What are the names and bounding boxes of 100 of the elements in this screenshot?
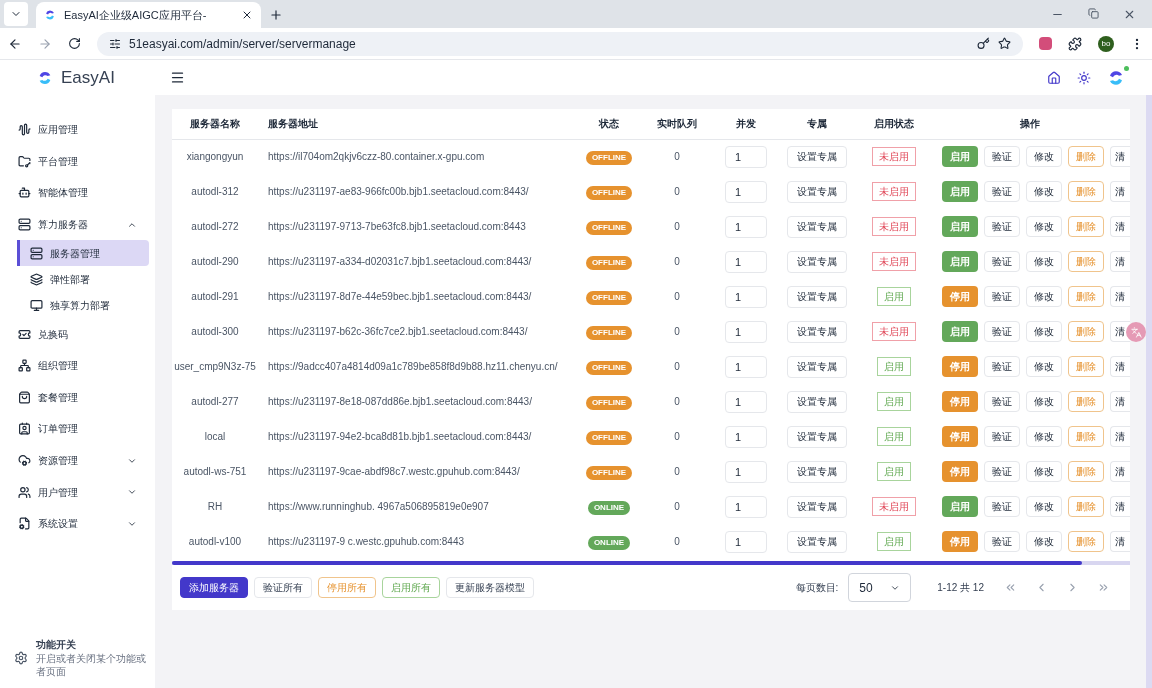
restore-icon[interactable] [1088,8,1099,19]
sidebar-subitem[interactable]: 服务器管理 [17,240,149,267]
set-exclusive-button[interactable]: 设置专属 [787,425,847,448]
vertical-scrollbar[interactable] [1146,95,1152,688]
concurrency-input[interactable]: 1 [725,145,767,168]
concurrency-input[interactable]: 1 [725,215,767,238]
verify-button[interactable]: 验证 [984,286,1020,307]
edit-button[interactable]: 修改 [1026,461,1062,482]
verify-button[interactable]: 验证 [984,426,1020,447]
edit-button[interactable]: 修改 [1026,251,1062,272]
sidebar-item[interactable]: 兑换码 [0,318,155,350]
settings-icon[interactable] [14,650,28,665]
clear-button[interactable]: 清 [1110,181,1130,202]
footer-button[interactable]: 更新服务器模型 [446,577,534,598]
verify-button[interactable]: 验证 [984,181,1020,202]
set-exclusive-button[interactable]: 设置专属 [787,215,847,238]
set-exclusive-button[interactable]: 设置专属 [787,145,847,168]
concurrency-input[interactable]: 1 [725,530,767,553]
clear-button[interactable]: 清 [1110,286,1130,307]
browser-tab[interactable]: EasyAI企业级AIGC应用平台- [36,2,261,28]
sidebar-item[interactable]: 套餐管理 [0,381,155,414]
profile-avatar[interactable]: bo [1098,35,1114,52]
concurrency-input[interactable]: 1 [725,390,767,413]
clear-button[interactable]: 清 [1110,391,1130,412]
concurrency-input[interactable]: 1 [725,250,767,273]
set-exclusive-button[interactable]: 设置专属 [787,530,847,553]
verify-button[interactable]: 验证 [984,146,1020,168]
set-exclusive-button[interactable]: 设置专属 [787,355,847,378]
edit-button[interactable]: 修改 [1026,321,1062,342]
clear-button[interactable]: 清 [1110,531,1130,552]
extensions-icon[interactable] [1068,36,1082,51]
status-badge: OFFLINE [585,325,633,340]
concurrency-input[interactable]: 1 [725,460,767,483]
concurrency-input[interactable]: 1 [725,425,767,448]
sidebar-item[interactable]: 平台管理 [0,145,155,178]
reload-icon[interactable] [68,37,81,50]
clear-button[interactable]: 清 [1110,251,1130,272]
sidebar-subitem[interactable]: 独享算力部署 [17,292,149,319]
sidebar-item[interactable]: 系统设置 [0,507,155,540]
set-exclusive-button[interactable]: 设置专属 [787,460,847,483]
sidebar-subitem[interactable]: 弹性部署 [17,266,149,293]
set-exclusive-button[interactable]: 设置专属 [787,250,847,273]
bookmark-star-icon[interactable] [998,37,1011,50]
address-bar[interactable]: 51easyai.com/admin/server/servermanage [97,31,1023,56]
edit-button[interactable]: 修改 [1026,356,1062,377]
edit-button[interactable]: 修改 [1026,496,1062,517]
verify-button[interactable]: 验证 [984,496,1020,517]
sidebar-item[interactable]: 算力服务器 [0,208,155,241]
extension-icon[interactable] [1039,37,1052,50]
concurrency-input[interactable]: 1 [725,355,767,378]
verify-button[interactable]: 验证 [984,531,1020,552]
clear-button[interactable]: 清 [1110,146,1130,168]
edit-button[interactable]: 修改 [1026,391,1062,412]
clear-button[interactable]: 清 [1110,356,1130,377]
page-size-select[interactable]: 50 [848,573,912,602]
verify-button[interactable]: 验证 [984,251,1020,272]
set-exclusive-button[interactable]: 设置专属 [787,390,847,413]
concurrency-input[interactable]: 1 [725,285,767,308]
server-url: https://u231197-9713-7be63fc8.bjb1.seetacloud.com:8443 [268,221,526,232]
verify-button[interactable]: 验证 [984,391,1020,412]
clear-button[interactable]: 清 [1110,216,1130,237]
footer-button[interactable]: 验证所有 [254,577,312,598]
verify-button[interactable]: 验证 [984,321,1020,342]
clear-button[interactable]: 清 [1110,461,1130,482]
sidebar-item[interactable]: 应用管理 [0,114,155,146]
key-icon[interactable] [977,37,990,50]
sidebar-item[interactable]: 资源管理 [0,444,155,477]
verify-button[interactable]: 验证 [984,216,1020,237]
new-tab-icon[interactable] [269,8,283,22]
clear-button[interactable]: 清 [1110,426,1130,447]
concurrency-input[interactable]: 1 [725,495,767,518]
set-exclusive-button[interactable]: 设置专属 [787,180,847,203]
verify-button[interactable]: 验证 [984,461,1020,482]
sidebar-item[interactable]: 用户管理 [0,476,155,508]
footer-button[interactable]: 添加服务器 [180,577,248,598]
concurrency-input[interactable]: 1 [725,180,767,203]
horizontal-scrollbar[interactable] [172,561,1130,565]
logo-icon [37,70,53,86]
back-icon[interactable] [8,36,22,51]
concurrency-input[interactable]: 1 [725,320,767,343]
sidebar-item[interactable]: 组织管理 [0,349,155,382]
set-exclusive-button[interactable]: 设置专属 [787,495,847,518]
edit-button[interactable]: 修改 [1026,286,1062,307]
edit-button[interactable]: 修改 [1026,181,1062,202]
server-url: https://u231197-a334-d02031c7.bjb1.seetacloud.com:8443/ [268,256,532,267]
close-icon[interactable] [241,9,253,21]
verify-button[interactable]: 验证 [984,356,1020,377]
sidebar-item[interactable]: 订单管理 [0,413,155,445]
sidebar-item[interactable]: 智能体管理 [0,177,155,209]
set-exclusive-button[interactable]: 设置专属 [787,320,847,343]
edit-button[interactable]: 修改 [1026,531,1062,552]
set-exclusive-button[interactable]: 设置专属 [787,285,847,308]
edit-button[interactable]: 修改 [1026,216,1062,237]
site-info-icon[interactable] [109,37,121,50]
menu-icon[interactable] [170,70,185,85]
edit-button[interactable]: 修改 [1026,146,1062,168]
clear-button[interactable]: 清 [1110,496,1130,517]
sun-icon[interactable] [1077,70,1091,85]
edit-button[interactable]: 修改 [1026,426,1062,447]
home-icon[interactable] [1047,70,1061,85]
